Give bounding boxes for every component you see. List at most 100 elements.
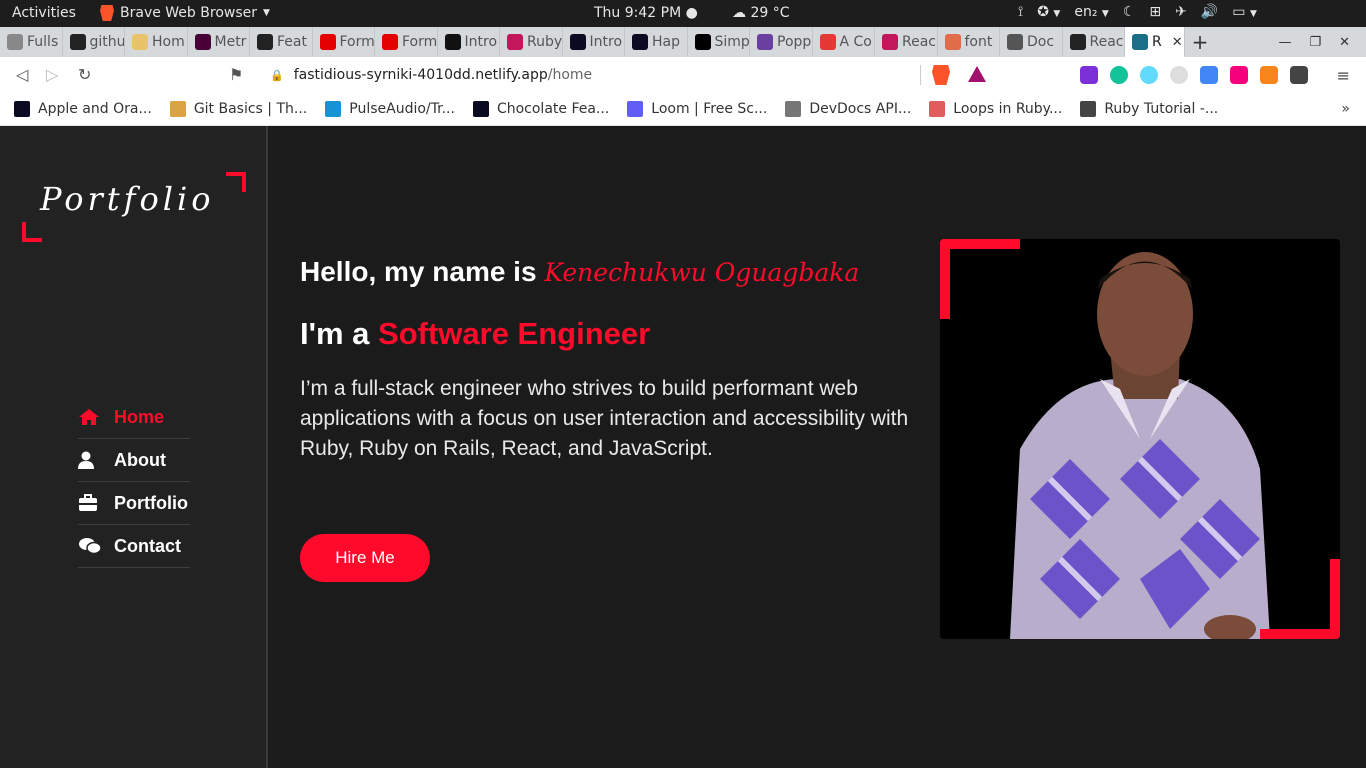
browser-tab[interactable]: Simp [688,27,750,57]
browser-tab[interactable]: Intro [438,27,500,57]
minimize-icon[interactable]: — [1278,35,1291,50]
address-bar[interactable]: 🔒 fastidious-syrniki-4010dd.netlify.app /… [258,62,994,88]
night-light-icon[interactable]: ☾ [1123,4,1136,20]
close-tab-icon[interactable]: ✕ [1172,35,1183,50]
tab-label: R [1152,34,1162,50]
reload-icon[interactable]: ↻ [78,65,91,84]
grammarly-icon[interactable] [1110,66,1128,84]
tab-label: Feat [277,34,307,50]
forward-icon[interactable]: ▷ [46,65,58,84]
nav-item-home[interactable]: Home [78,396,190,439]
site-icon [132,34,148,50]
browser-tab[interactable]: Hap [625,27,688,57]
browser-tab[interactable]: Doc [1000,27,1063,57]
browser-tab[interactable]: Popp [750,27,813,57]
logo[interactable]: Portfolio [22,172,246,242]
nav-item-label: Home [114,406,165,427]
browser-tab[interactable]: Metr [188,27,250,57]
extensions-area [1080,66,1308,84]
system-top-bar: Activities Brave Web Browser ▼ Thu 9:42 … [0,0,1366,27]
language-indicator[interactable]: en₂ ▼ [1074,4,1108,20]
network-icon[interactable]: ⊞ [1149,4,1161,20]
browser-tab[interactable]: Form [375,27,438,57]
bookmark-item[interactable]: Git Basics | Th... [169,101,307,117]
browser-tab[interactable]: Form [313,27,375,57]
browser-tab[interactable]: Reac [1063,27,1125,57]
brave-shields-icon[interactable] [932,65,950,85]
airplane-icon[interactable]: ✈ [1175,4,1187,20]
extension-icon[interactable] [1230,66,1248,84]
logo-corner-accent [22,222,42,242]
tab-label: Fulls [27,34,59,50]
nav-item-contact[interactable]: Contact [78,525,190,568]
brave-rewards-icon[interactable] [968,66,986,82]
star-icon [819,34,836,50]
role-heading: I'm a Software Engineer [300,316,650,352]
github-icon [69,34,86,50]
nav-item-about[interactable]: About [78,439,190,482]
weather[interactable]: ☁ 29 °C [732,5,790,21]
puzzle-icon[interactable] [1290,66,1308,84]
extension-icon[interactable] [1080,66,1098,84]
lock-icon[interactable]: 🔒 [270,69,284,82]
clock[interactable]: Thu 9:42 PM ● [594,5,698,21]
metamask-icon[interactable] [1260,66,1278,84]
greeting-heading: Hello, my name is Kenechukwu Oguagbaka [300,256,859,288]
browser-tab[interactable]: A Co [813,27,875,57]
activities-button[interactable]: Activities [12,5,76,21]
menu-icon[interactable]: ≡ [1337,66,1350,85]
bookmarks-bar: Apple and Ora... Git Basics | Th... PulseA… [0,93,1366,126]
divider [920,65,921,85]
screencast-icon[interactable]: ⟟ [1018,4,1023,20]
browser-tab[interactable]: Intro [563,27,625,57]
bookmark-item[interactable]: DevDocs API... [785,101,911,117]
nav-item-portfolio[interactable]: Portfolio [78,482,190,525]
bookmark-item[interactable]: Loops in Ruby... [929,101,1062,117]
weather-text: 29 °C [750,5,790,21]
react-devtools-icon[interactable] [1140,66,1158,84]
maximize-icon[interactable]: ❐ [1309,35,1321,50]
hn-icon [472,101,489,117]
window-controls: — ❐ ✕ [1278,27,1366,57]
browser-tab[interactable]: Ruby [500,27,563,57]
accessibility-icon[interactable]: ✪ ▼ [1037,4,1060,20]
devdocs-icon [785,101,802,117]
bookmark-item[interactable]: Ruby Tutorial -... [1080,101,1218,117]
react-icon [1132,34,1148,50]
battery-icon[interactable]: ▭ ▼ [1232,4,1257,20]
close-window-icon[interactable]: ✕ [1339,35,1350,50]
browser-tab[interactable]: font [938,27,1000,57]
new-tab-button[interactable]: + [1185,30,1215,54]
browser-tab[interactable]: Feat [250,27,313,57]
cloud-icon: ☁ [732,5,746,21]
browser-tab[interactable]: Fulls [0,27,63,57]
photo-corner-accent [940,239,1020,319]
bio-text: I’m a full-stack engineer who strives to… [300,377,909,460]
extension-icon[interactable] [1170,66,1188,84]
tab-label: Form [402,34,438,50]
app-menu[interactable]: Brave Web Browser ▼ [100,5,270,21]
role-prefix: I'm a [300,316,370,351]
tab-label: Intro [464,34,498,50]
bookmark-item[interactable]: Loom | Free Sc... [627,101,767,117]
bookmark-item[interactable]: Chocolate Fea... [472,101,609,117]
bookmark-item[interactable]: Apple and Ora... [14,101,152,117]
more-bookmarks-icon[interactable]: » [1341,101,1350,117]
logo-text: Portfolio [40,180,215,218]
browser-tab[interactable]: githu [63,27,125,57]
clock-text: Thu 9:42 PM [594,5,682,21]
bookmark-icon[interactable]: ⚑ [229,65,243,84]
hire-me-button[interactable]: Hire Me [300,534,430,582]
volume-icon[interactable]: 🔊 [1201,4,1218,20]
translate-icon[interactable] [1200,66,1218,84]
odin-icon [169,101,186,117]
browser-tab[interactable]: R ✕ [1125,27,1185,57]
arch-icon [325,101,342,117]
browser-tab[interactable]: Reac [875,27,938,57]
hn-icon [632,34,648,50]
bookmark-item[interactable]: PulseAudio/Tr... [325,101,455,117]
tab-strip: Fulls githu Hom Metr Feat Form Form Intro Ruby In… [0,27,1366,57]
browser-tab[interactable]: Hom [125,27,188,57]
back-icon[interactable]: ◁ [16,65,28,84]
home-icon [78,408,100,426]
